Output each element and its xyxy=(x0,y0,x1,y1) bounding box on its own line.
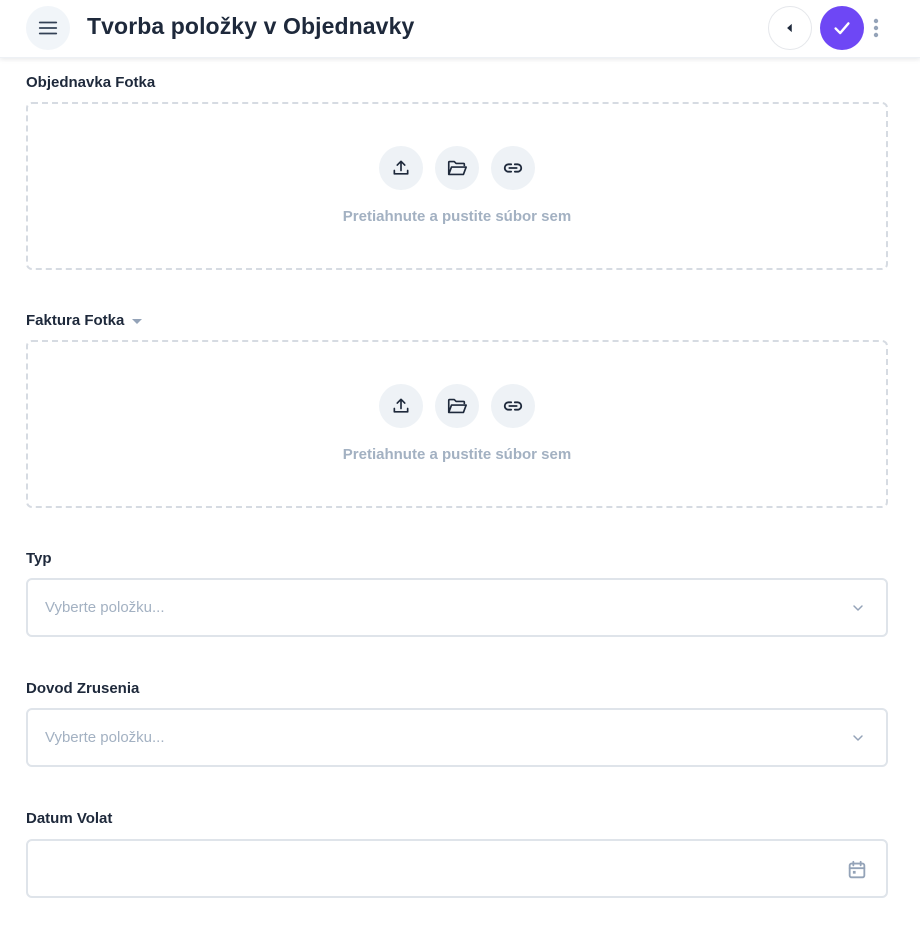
objednavka-fotka-dropzone[interactable]: Pretiahnute a pustite súbor sem xyxy=(26,102,888,270)
upload-icon xyxy=(393,160,409,175)
caret-left-icon xyxy=(787,23,792,33)
objednavka-link-button[interactable] xyxy=(491,146,535,190)
check-icon xyxy=(834,22,850,35)
datum-volat-field[interactable] xyxy=(26,839,888,898)
vertical-dots-icon xyxy=(873,18,879,38)
dovod-zrusenia-placeholder: Vyberte položku... xyxy=(45,729,165,746)
objednavka-fotka-label: Objednavka Fotka xyxy=(26,74,156,91)
typ-label: Typ xyxy=(26,550,52,567)
folder-open-icon xyxy=(447,398,467,414)
back-button[interactable] xyxy=(768,6,812,50)
chevron-down-icon xyxy=(853,605,863,611)
faktura-link-button[interactable] xyxy=(491,384,535,428)
menu-button[interactable] xyxy=(26,6,70,50)
upload-icon xyxy=(393,398,409,413)
dovod-zrusenia-select[interactable]: Vyberte položku... xyxy=(26,708,888,767)
more-options-button[interactable] xyxy=(868,16,884,40)
faktura-dropzone-hint: Pretiahnute a pustite súbor sem xyxy=(342,446,572,463)
datum-volat-label: Datum Volat xyxy=(26,810,113,827)
hamburger-menu-icon xyxy=(38,21,58,35)
objednavka-browse-button[interactable] xyxy=(435,146,479,190)
faktura-browse-button[interactable] xyxy=(435,384,479,428)
page-title: Tvorba položky v Objednavky xyxy=(87,13,415,39)
calendar-icon[interactable] xyxy=(846,859,868,881)
dovod-zrusenia-label: Dovod Zrusenia xyxy=(26,680,140,697)
folder-open-icon xyxy=(447,160,467,176)
faktura-fotka-label-text: Faktura Fotka xyxy=(26,312,125,329)
link-icon xyxy=(503,401,523,411)
faktura-fotka-label[interactable]: Faktura Fotka xyxy=(26,312,143,329)
caret-down-icon xyxy=(132,318,143,324)
faktura-fotka-dropzone[interactable]: Pretiahnute a pustite súbor sem xyxy=(26,340,888,508)
link-icon xyxy=(503,163,523,173)
objednavka-dropzone-hint: Pretiahnute a pustite súbor sem xyxy=(342,208,572,225)
objednavka-upload-button[interactable] xyxy=(379,146,423,190)
typ-select[interactable]: Vyberte položku... xyxy=(26,578,888,637)
faktura-upload-button[interactable] xyxy=(379,384,423,428)
typ-placeholder: Vyberte položku... xyxy=(45,599,165,616)
save-button[interactable] xyxy=(820,6,864,50)
app-header: Tvorba položky v Objednavky xyxy=(0,0,920,58)
chevron-down-icon xyxy=(853,735,863,741)
